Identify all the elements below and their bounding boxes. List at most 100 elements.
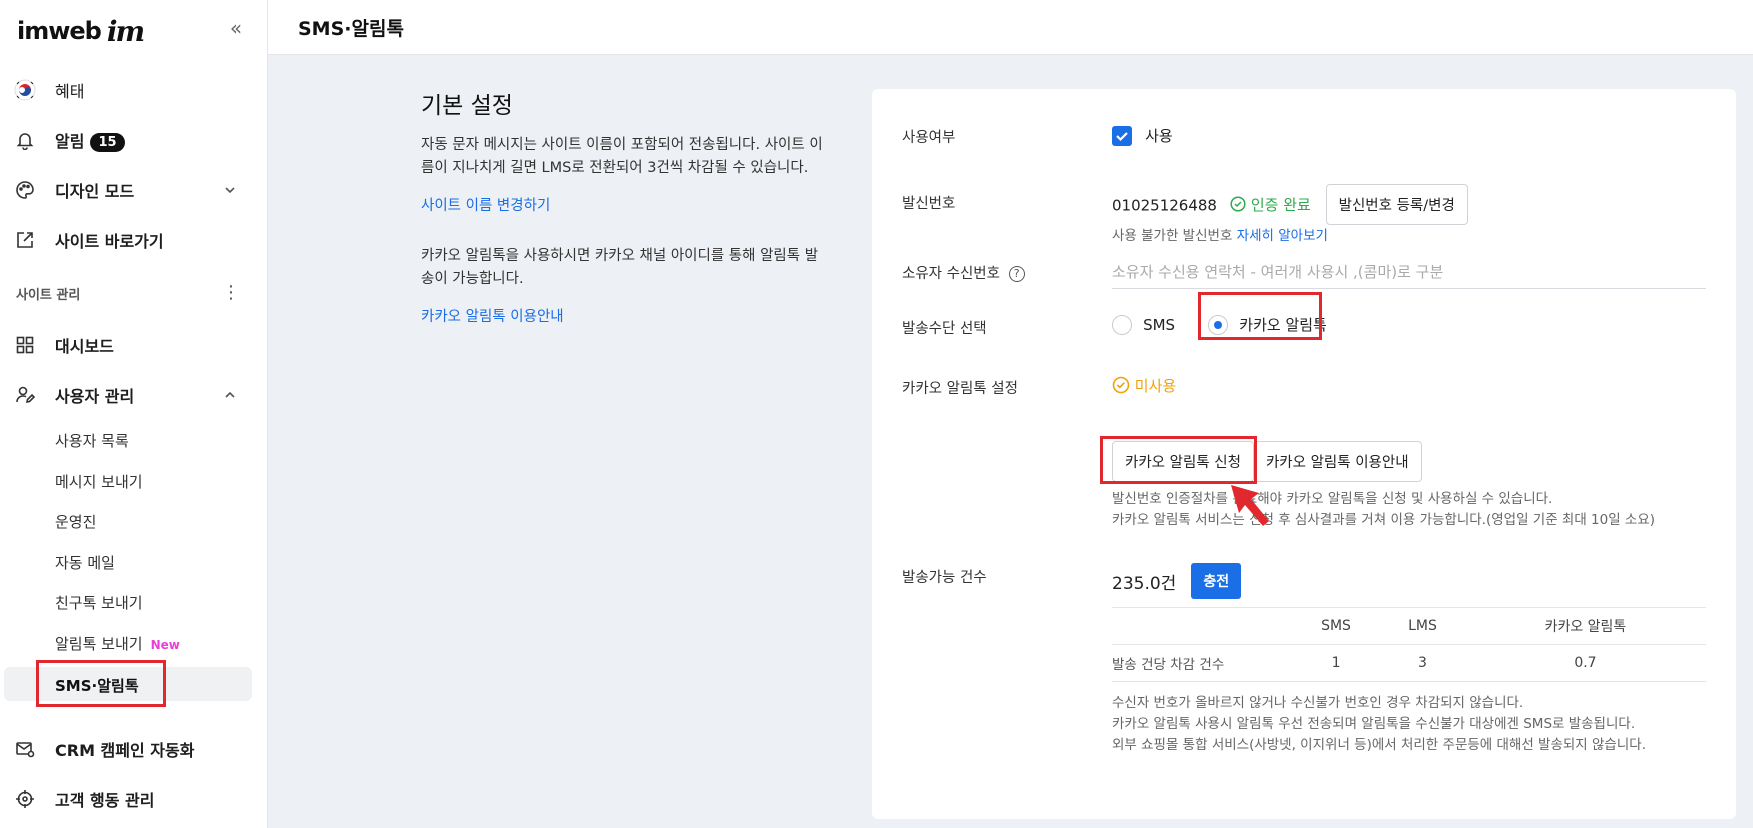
sidebar-item-crm-campaign[interactable]: CRM 캠페인 자동화 [0,729,268,769]
count-row: 235.0건 충전 [1112,563,1242,599]
radio-sms[interactable]: SMS [1112,314,1180,335]
sidebar-item-label: 알림 15 [55,128,125,152]
sub-item-send-message[interactable]: 메시지 보내기 [55,471,143,492]
note-line: 외부 쇼핑몰 통합 서비스(사방넷, 이지위너 등)에서 처리한 주문등에 대해… [1112,737,1646,753]
owner-label: 소유자 수신번호 ? [902,262,1025,283]
sidebar-item-label: CRM 캠페인 자동화 [55,741,195,760]
register-sender-button[interactable]: 발신번호 등록/변경 [1325,184,1468,225]
kakao-hint: 발신번호 인증절차를 완료해야 카카오 알림톡을 신청 및 사용하실 수 있습니… [1112,489,1655,531]
user-edit-icon [14,384,36,406]
table-header-row: SMS LMS 카카오 알림톡 [1112,607,1706,645]
sub-item-label: 알림톡 보내기 [55,635,143,653]
table-header-cell [1112,607,1292,645]
use-checkbox-label: 사용 [1145,127,1173,145]
dashboard-icon [14,334,36,356]
charge-button[interactable]: 충전 [1191,563,1242,599]
page-title: SMS·알림톡 [298,18,404,40]
intro-description-kakao: 카카오 알림톡을 사용하시면 카카오 채널 아이디를 통해 알림톡 발송이 가능… [421,248,819,287]
logo-text: imweb [17,17,102,45]
table-cell: 발송 건당 차감 건수 [1112,644,1292,682]
learn-more-link[interactable]: 자세히 알아보기 [1237,228,1328,244]
sidebar-item-label: 사이트 바로가기 [55,232,164,251]
kakao-status: 미사용 [1112,375,1176,396]
chevron-down-icon[interactable] [222,182,238,198]
kakao-hint-line: 카카오 알림톡 서비스는 신청 후 심사결과를 거쳐 이용 가능합니다.(영업일… [1112,512,1656,528]
kakao-hint-line: 발신번호 인증절차를 완료해야 카카오 알림톡을 신청 및 사용하실 수 있습니… [1112,491,1553,507]
sub-item-friendtalk[interactable]: 친구톡 보내기 [55,592,143,613]
kakao-setting-label: 카카오 알림톡 설정 [902,381,1018,397]
sender-status-text: 인증 완료 [1250,196,1311,214]
table-header-cell: SMS [1292,607,1381,645]
imweb-logo[interactable]: imweb im [17,14,145,48]
kakao-guide-link[interactable]: 카카오 알림톡 이용안내 [421,305,831,326]
use-label: 사용여부 [902,130,956,146]
table-cell: 3 [1380,644,1465,682]
external-link-icon [14,229,36,251]
method-radio-group: SMS 카카오 알림톡 [1112,314,1327,335]
note-line: 수신자 번호가 올바르지 않거나 수신불가 번호인 경우 차감되지 않습니다. [1112,695,1524,711]
owner-label-text: 소유자 수신번호 [902,266,1000,282]
settings-panel: 사용여부 사용 발신번호 01025126488 인증 완료 발신번호 등록/변… [872,89,1736,819]
chevron-up-icon[interactable] [222,387,238,403]
change-site-name-link[interactable]: 사이트 이름 변경하기 [421,194,831,215]
sub-item-user-list[interactable]: 사용자 목록 [55,430,129,451]
kakao-guide-button[interactable]: 카카오 알림톡 이용안내 [1253,441,1422,482]
sender-label: 발신번호 [902,196,956,212]
radio-kakao-circle[interactable] [1208,314,1229,335]
sidebar-item-benefits[interactable]: 혜태 [0,70,268,110]
sidebar-item-label: 대시보드 [55,337,114,356]
notification-count-badge: 15 [90,133,125,152]
note-line: 카카오 알림톡 사용시 알림톡 우선 전송되며 알림톡을 수신불가 대상에겐 S… [1112,716,1636,732]
radio-sms-label: SMS [1143,315,1176,334]
kakao-status-text: 미사용 [1134,377,1177,395]
cost-table: SMS LMS 카카오 알림톡 발송 건당 차감 건수 1 3 0.7 [1112,607,1706,682]
sub-item-staff[interactable]: 운영진 [55,511,96,532]
check-circle-icon [1112,376,1130,394]
sidebar-item-user-management[interactable]: 사용자 관리 [0,375,268,415]
sender-number: 01025126488 [1112,196,1217,215]
radio-kakao-label: 카카오 알림톡 [1239,316,1327,334]
logo-mark: im [106,14,145,48]
owner-phone-input[interactable] [1112,255,1706,289]
sender-verified-status: 인증 완료 [1230,196,1316,214]
sender-row: 01025126488 인증 완료 발신번호 등록/변경 [1112,184,1468,225]
method-label: 발송수단 선택 [902,321,987,337]
table-header-cell: 카카오 알림톡 [1464,607,1706,645]
sidebar-item-dashboard[interactable]: 대시보드 [0,325,268,365]
sub-item-auto-mail[interactable]: 자동 메일 [55,552,115,573]
count-value: 235.0건 [1112,574,1177,594]
crm-mail-icon [14,738,36,760]
section-title: 기본 설정 [421,93,513,119]
more-options-icon[interactable]: ⋮ [222,284,240,304]
sidebar-item-label: 혜태 [55,82,85,101]
collapse-sidebar-icon[interactable]: « [224,16,248,40]
sender-hint-text: 사용 불가한 발신번호 [1112,228,1233,244]
radio-kakao[interactable]: 카카오 알림톡 [1208,314,1327,335]
use-checkbox[interactable] [1112,125,1132,146]
sidebar-item-customer-behavior[interactable]: 고객 행동 관리 [0,779,268,819]
new-tag: New [150,638,180,652]
sub-item-alimtalk[interactable]: 알림톡 보내기 New [55,633,180,654]
use-checkbox-group[interactable]: 사용 [1112,125,1173,146]
bell-icon [14,129,36,151]
help-icon[interactable]: ? [1008,266,1025,282]
pointer-arrow-icon [1231,485,1269,526]
target-icon [14,788,36,810]
table-cell: 0.7 [1464,644,1706,682]
palette-icon [14,179,36,201]
kakao-apply-button[interactable]: 카카오 알림톡 신청 [1112,441,1254,482]
sidebar-item-label: 디자인 모드 [55,182,135,201]
check-circle-icon [1230,196,1246,212]
kakao-buttons: 카카오 알림톡 신청 카카오 알림톡 이용안내 [1112,441,1422,482]
radio-sms-circle[interactable] [1112,314,1132,335]
sidebar-item-notifications[interactable]: 알림 15 [0,120,268,160]
sidebar-item-design-mode[interactable]: 디자인 모드 [0,170,268,210]
table-row: 발송 건당 차감 건수 1 3 0.7 [1112,644,1706,682]
sub-item-sms-alimtalk-label: SMS·알림톡 [55,677,139,695]
table-header-cell: LMS [1380,607,1465,645]
sidebar: imweb im « 혜태 알림 15 디자인 모드 사이트 바로가기 사이트 관… [0,0,268,828]
sidebar-item-visit-site[interactable]: 사이트 바로가기 [0,220,268,260]
intro-section: 기본 설정 자동 문자 메시지는 사이트 이름이 포함되어 전송됩니다. 사이트… [421,86,831,326]
sidebar-item-label: 사용자 관리 [55,387,135,406]
top-bar: SMS·알림톡 [268,0,1753,55]
